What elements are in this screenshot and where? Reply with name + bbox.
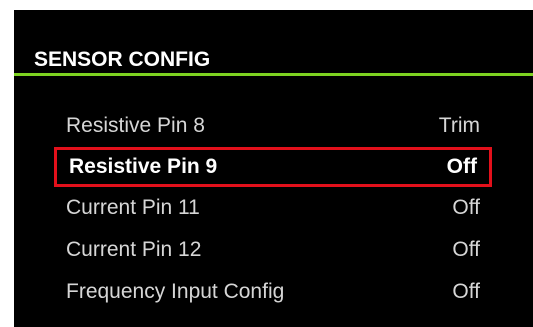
menu-item-value: Off	[452, 238, 480, 261]
screen-header: SENSOR CONFIG	[14, 10, 533, 76]
menu-item-value: Trim	[438, 114, 480, 137]
menu-item-label: Resistive Pin 9	[69, 155, 218, 178]
menu-item-label: Resistive Pin 8	[66, 114, 205, 137]
menu-item-frequency-input-config[interactable]: Frequency Input Config Off	[54, 272, 492, 312]
menu-item-resistive-pin-9[interactable]: Resistive Pin 9 Off	[54, 147, 492, 187]
menu-item-value: Off	[452, 196, 480, 219]
menu-item-label: Current Pin 11	[66, 196, 200, 219]
menu-item-current-pin-11[interactable]: Current Pin 11 Off	[54, 188, 492, 228]
menu-item-resistive-pin-8[interactable]: Resistive Pin 8 Trim	[54, 106, 492, 146]
header-divider	[14, 73, 533, 76]
menu-item-label: Current Pin 12	[66, 238, 202, 261]
page-title: SENSOR CONFIG	[34, 48, 211, 71]
device-screen: SENSOR CONFIG Resistive Pin 8 Trim Resis…	[14, 10, 533, 327]
menu-item-current-pin-12[interactable]: Current Pin 12 Off	[54, 230, 492, 270]
menu-item-label: Frequency Input Config	[66, 280, 285, 303]
menu-item-value: Off	[452, 280, 480, 303]
menu-item-value: Off	[446, 155, 477, 178]
